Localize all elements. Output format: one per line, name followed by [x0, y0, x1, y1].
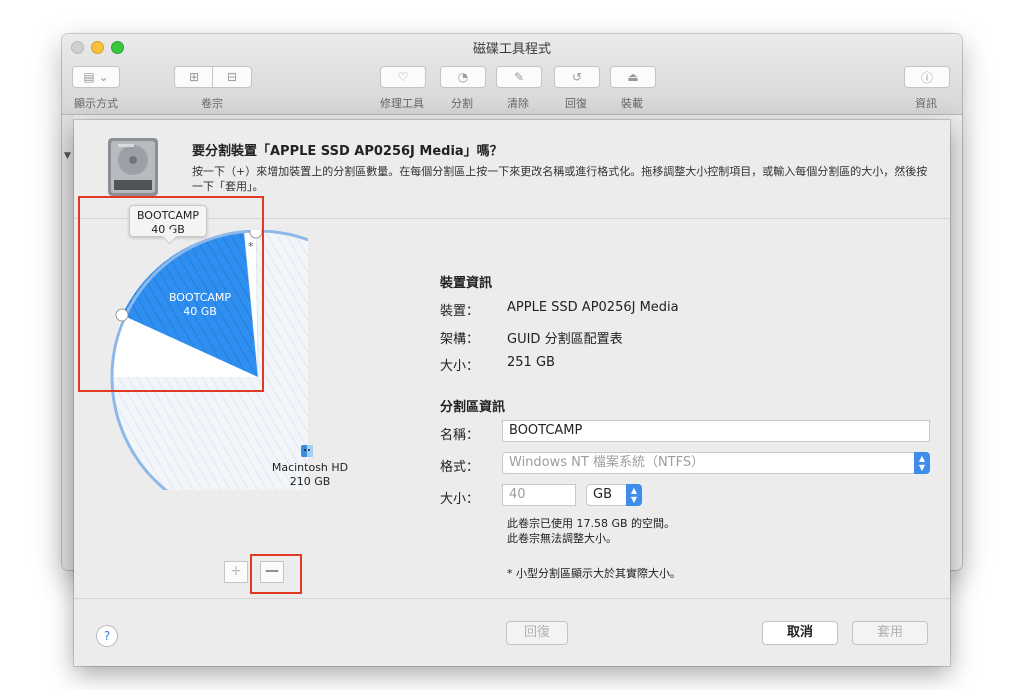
window-title: 磁碟工具程式: [472, 42, 551, 57]
unit-stepper-icon: ▲ ▼: [626, 484, 642, 506]
no-resize-note: 此卷宗無法調整大小。: [507, 532, 617, 545]
highlight-box-slice: [78, 196, 264, 392]
mount-button[interactable]: ⏏: [610, 66, 656, 88]
small-partition-note: * 小型分割區顯示大於其實際大小。: [507, 567, 681, 580]
used-space-note: 此卷宗已使用 17.58 GB 的空間。: [507, 517, 676, 530]
first-aid-label: 修理工具: [380, 97, 424, 110]
hard-disk-icon: [108, 138, 158, 196]
partition-button[interactable]: ◔: [440, 66, 486, 88]
info-icon: ⓘ: [920, 70, 933, 85]
view-button[interactable]: ▤ ⌄: [72, 66, 120, 88]
device-size-value: 251 GB: [507, 355, 555, 370]
device-label: 裝置：: [440, 304, 480, 319]
macintosh-hd-name: Macintosh HD: [271, 461, 349, 474]
scheme-label: 架構：: [440, 332, 480, 347]
sheet-title: 要分割裝置「APPLE SSD AP0256J Media」嗎？: [192, 144, 503, 159]
restore-button[interactable]: ↺: [554, 66, 600, 88]
format-label: 格式：: [440, 460, 480, 475]
partition-icon: ◔: [457, 70, 469, 84]
stepper-arrows-icon: ▲ ▼: [914, 452, 930, 474]
highlight-box-remove: [250, 554, 302, 594]
scheme-value: GUID 分割區配置表: [507, 332, 623, 347]
apply-button[interactable]: 套用: [852, 621, 928, 645]
disclosure-triangle-icon: ▼: [64, 151, 71, 161]
partition-size-label: 大小：: [440, 492, 480, 507]
remove-volume-button[interactable]: ⊟: [212, 66, 252, 88]
macintosh-hd-size: 210 GB: [289, 475, 331, 488]
sidebar-icon: ▤ ⌄: [83, 70, 109, 84]
volume-label: 卷宗: [201, 97, 223, 110]
finder-icon: [301, 445, 313, 457]
sidebar: ▼: [62, 115, 74, 570]
first-aid-button[interactable]: ♡: [380, 66, 426, 88]
title-bar: 磁碟工具程式 ▤ ⌄ 顯示方式 ⊞ ⊟ 卷宗 ♡ 修理工具 ◔ 分割 ✎ 清除 …: [62, 34, 962, 115]
size-unit-select[interactable]: GB ▲ ▼: [586, 484, 642, 506]
info-button[interactable]: ⓘ: [904, 66, 950, 88]
add-volume-button[interactable]: ⊞: [174, 66, 214, 88]
device-value: APPLE SSD AP0256J Media: [507, 300, 679, 315]
erase-label: 清除: [507, 97, 529, 110]
add-volume-icon: ⊞: [188, 70, 200, 84]
format-value: Windows NT 檔案系統（NTFS）: [509, 455, 705, 470]
help-button[interactable]: ?: [96, 625, 118, 647]
restore-label: 回復: [565, 97, 587, 110]
device-info-title: 裝置資訊: [440, 276, 493, 291]
format-select[interactable]: Windows NT 檔案系統（NTFS） ▲ ▼: [502, 452, 930, 474]
remove-volume-icon: ⊟: [226, 70, 238, 84]
revert-button[interactable]: 回復: [506, 621, 568, 645]
partition-size-field[interactable]: 40: [502, 484, 576, 506]
unit-value: GB: [593, 487, 612, 502]
view-label: 顯示方式: [74, 97, 118, 110]
name-label: 名稱：: [440, 428, 480, 443]
partition-info-title: 分割區資訊: [440, 400, 506, 415]
mount-icon: ⏏: [627, 70, 639, 84]
erase-button[interactable]: ✎: [496, 66, 542, 88]
add-partition-button[interactable]: +: [224, 561, 248, 583]
device-size-label: 大小：: [440, 359, 480, 374]
info-label: 資訊: [915, 97, 937, 110]
partition-sheet: 要分割裝置「APPLE SSD AP0256J Media」嗎？ 按一下（+）來…: [74, 120, 950, 666]
sheet-description: 按一下（+）來增加裝置上的分割區數量。在每個分割區上按一下來更改名稱或進行格式化…: [192, 165, 928, 193]
cancel-button[interactable]: 取消: [762, 621, 838, 645]
partition-label: 分割: [451, 97, 473, 110]
partition-name-field[interactable]: BOOTCAMP: [502, 420, 930, 442]
erase-icon: ✎: [513, 70, 525, 84]
sheet-footer: ? 回復 取消 套用: [74, 598, 950, 667]
mount-label: 裝載: [621, 97, 643, 110]
restore-icon: ↺: [571, 70, 583, 84]
macintosh-hd-slice-label: Macintosh HD 210 GB: [262, 461, 358, 489]
stethoscope-icon: ♡: [397, 70, 409, 84]
